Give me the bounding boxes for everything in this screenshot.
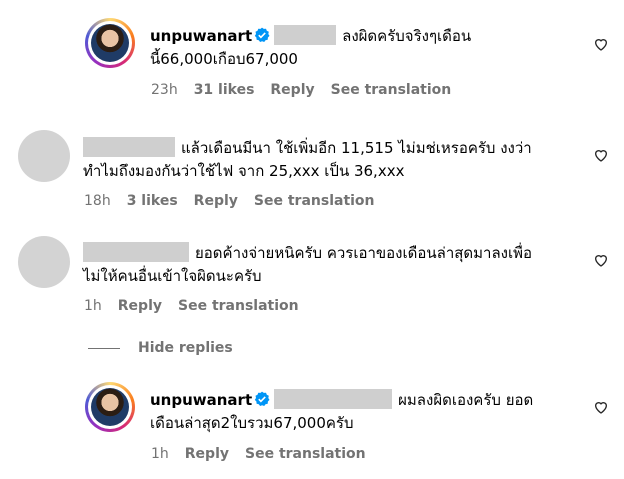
timestamp[interactable]: 18h [84,193,111,209]
redacted-username[interactable] [83,137,175,157]
reply-button[interactable]: Reply [118,298,162,314]
comment-meta: 18h 3 likes Reply See translation [84,193,391,209]
profile-photo [91,388,129,426]
heart-icon[interactable] [593,147,609,163]
divider-line [88,347,120,349]
timestamp[interactable]: 1h [151,446,169,462]
avatar[interactable] [85,18,135,68]
timestamp[interactable]: 1h [84,298,102,314]
comment-meta: 23h 31 likes Reply See translation [151,82,467,98]
avatar[interactable] [85,382,135,432]
heart-icon[interactable] [593,36,609,52]
username[interactable]: unpuwanart [150,391,252,409]
avatar[interactable] [18,130,70,182]
avatar[interactable] [18,236,70,288]
verified-badge-icon [254,27,270,42]
see-translation-button[interactable]: See translation [331,82,452,98]
comment-text-line-2: นี้66,000เกือบ67,000 [150,50,298,68]
comment-text-line-1: ผมลงผิดเองครับ ยอด [398,391,534,409]
comment-text-line-1: ยอดค้างจ่ายหนิครับ ควรเอาของเดือนล่าสุดม… [195,244,532,262]
comment-meta: 1h Reply See translation [84,298,315,314]
see-translation-button[interactable]: See translation [245,446,366,462]
reply-button[interactable]: Reply [185,446,229,462]
reply-button[interactable]: Reply [270,82,314,98]
comment-text-line-1: ลงผิดครับจริงๆเดือน [342,27,472,45]
redacted-mention [274,25,337,45]
profile-photo [91,24,129,62]
heart-icon[interactable] [593,399,609,415]
hide-replies-label: Hide replies [138,340,233,356]
redacted-username[interactable] [83,242,189,262]
verified-badge-icon [254,391,270,406]
username[interactable]: unpuwanart [150,27,252,45]
likes-count[interactable]: 3 likes [127,193,178,209]
redacted-mention [274,389,393,409]
comment-text-line-1: แล้วเดือนมีนา ใช้เพิ่มอีก 11,515 ไม่มช่เ… [181,139,532,157]
see-translation-button[interactable]: See translation [254,193,375,209]
see-translation-button[interactable]: See translation [178,298,299,314]
comment-meta: 1h Reply See translation [151,446,382,462]
likes-count[interactable]: 31 likes [194,82,255,98]
timestamp[interactable]: 23h [151,82,178,98]
comment-text-line-2: ทำไมถึงมองกันว่าใช้ไฟ จาก 25,xxx เป็น 36… [83,162,405,180]
heart-icon[interactable] [593,252,609,268]
reply-button[interactable]: Reply [194,193,238,209]
comment-text-line-2: เดือนล่าสุด2ใบรวม67,000ครับ [150,414,354,432]
comment-text-line-2: ไม่ให้คนอื่นเข้าใจผิดนะครับ [83,267,262,285]
hide-replies-button[interactable]: Hide replies [88,340,233,356]
